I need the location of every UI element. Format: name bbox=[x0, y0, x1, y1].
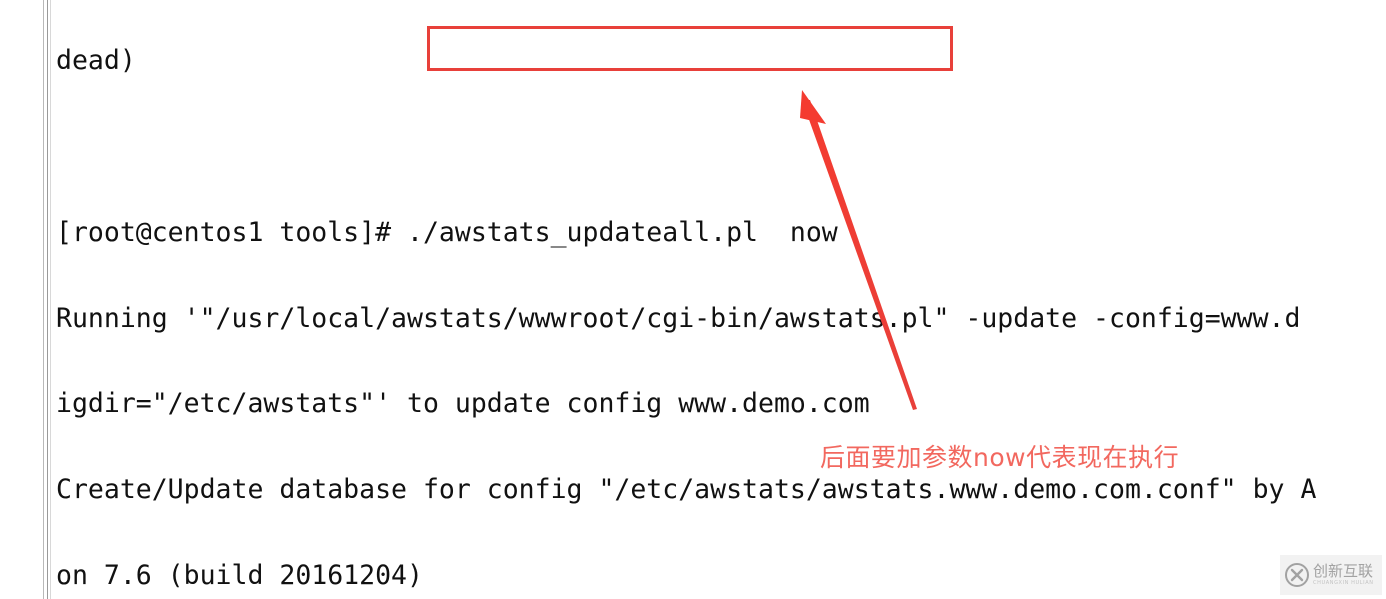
gutter-rule-inner bbox=[50, 0, 51, 599]
terminal-line-create-update: Create/Update database for config "/etc/… bbox=[56, 474, 1317, 506]
terminal-line-command-prompt: [root@centos1 tools]# ./awstats_updateal… bbox=[56, 216, 838, 248]
terminal-window[interactable]: dead) [root@centos1 tools]# ./awstats_up… bbox=[0, 0, 1386, 599]
terminal-line-blank-1 bbox=[56, 133, 1386, 162]
watermark-brand: 创新互联 bbox=[1313, 562, 1374, 580]
terminal-line-running: Running '"/usr/local/awstats/wwwroot/cgi… bbox=[56, 302, 1301, 334]
annotation-caption: 后面要加参数now代表现在执行 bbox=[820, 443, 1180, 472]
terminal-line-igdir: igdir="/etc/awstats"' to update config w… bbox=[56, 388, 870, 420]
site-watermark: 创新互联 CHUANGXIN HULIAN bbox=[1280, 555, 1382, 595]
terminal-output[interactable]: dead) [root@centos1 tools]# ./awstats_up… bbox=[56, 0, 1386, 599]
terminal-left-gutter[interactable] bbox=[42, 0, 54, 599]
gutter-rule-middle bbox=[47, 0, 48, 599]
gutter-rule-outer bbox=[43, 0, 44, 599]
watermark-text: 创新互联 CHUANGXIN HULIAN bbox=[1313, 564, 1374, 586]
watermark-subtitle: CHUANGXIN HULIAN bbox=[1313, 580, 1374, 586]
terminal-line-clipped-top: dead) bbox=[56, 45, 136, 77]
watermark-logo-icon bbox=[1285, 563, 1309, 587]
terminal-line-version: on 7.6 (build 20161204) bbox=[56, 559, 423, 591]
